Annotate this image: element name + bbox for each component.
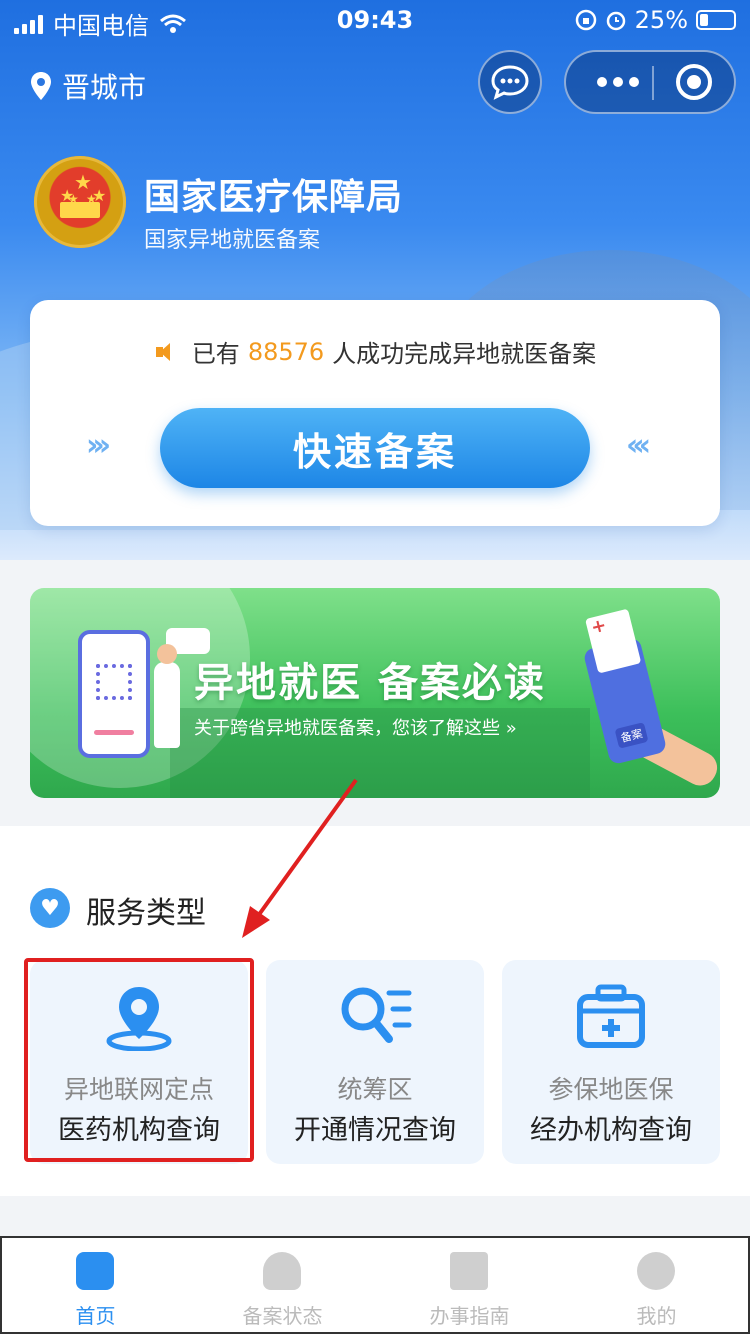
notice-suffix: 人成功完成异地就医备案 — [332, 340, 597, 368]
filing-document-illustration: 备案 — [582, 608, 668, 766]
qr-code-icon — [96, 664, 132, 700]
alarm-icon — [606, 11, 625, 31]
filing-count: 88576 — [247, 337, 325, 366]
speaker-icon — [154, 341, 176, 363]
national-emblem-logo: ★ ★ ★ ★ ★ — [34, 156, 126, 248]
filing-guide-banner[interactable]: 异地就医 备案必读 关于跨省异地就医备案，您该了解这些 » 备案 — [30, 588, 720, 798]
medical-record-icon — [585, 608, 642, 674]
service-card-insurance-agencies[interactable]: 参保地医保 经办机构查询 — [502, 960, 720, 1164]
banner-subtitle: 关于跨省异地就医备案，您该了解这些 » — [194, 718, 517, 739]
location-label: 晋城市 — [62, 71, 147, 104]
page-subtitle: 国家异地就医备案 — [144, 228, 321, 253]
tab-profile[interactable]: 我的 — [563, 1238, 750, 1334]
filing-count-notice: 已有 88576 人成功完成异地就医备案 — [30, 334, 720, 369]
chevrons-left-icon: ‹‹‹ — [626, 428, 651, 463]
service-line2: 开通情况查询 — [294, 1115, 456, 1146]
battery-percent: 25% — [634, 6, 688, 34]
service-line1: 参保地医保 — [548, 1075, 674, 1104]
tab-label: 办事指南 — [429, 1304, 510, 1328]
more-dot-icon — [613, 77, 623, 87]
phone-qr-illustration — [78, 630, 150, 758]
close-miniprogram-icon[interactable] — [676, 64, 712, 100]
tab-service-guide[interactable]: 办事指南 — [376, 1238, 563, 1334]
more-dot-icon — [597, 77, 607, 87]
service-card-coordination-area[interactable]: 统筹区 开通情况查询 — [266, 960, 484, 1164]
person-illustration — [154, 644, 180, 748]
shield-icon — [263, 1252, 301, 1290]
annotation-highlight-box — [24, 958, 254, 1162]
rotation-lock-icon — [575, 9, 596, 31]
quick-filing-button[interactable]: 快速备案 — [160, 408, 590, 488]
tab-home[interactable]: 首页 — [2, 1238, 189, 1334]
miniprogram-capsule — [564, 50, 736, 114]
service-line1: 统筹区 — [337, 1075, 413, 1104]
filing-tag: 备案 — [614, 722, 649, 749]
status-bar: 中国电信 09:43 25% — [0, 0, 750, 40]
location-selector[interactable]: 晋城市 — [30, 66, 146, 106]
chat-bubble-icon — [491, 65, 529, 100]
more-button[interactable] — [588, 52, 648, 112]
status-right: 25% — [575, 6, 736, 34]
chat-button[interactable] — [478, 50, 542, 114]
capsule-divider — [652, 66, 654, 100]
chevrons-right-icon: ››› — [86, 428, 111, 463]
tab-filing-status[interactable]: 备案状态 — [189, 1238, 376, 1334]
medical-kit-icon — [502, 980, 720, 1052]
section-title: 服务类型 — [86, 896, 206, 931]
user-icon — [637, 1252, 675, 1290]
tab-label: 备案状态 — [242, 1304, 323, 1328]
search-list-icon — [266, 980, 484, 1052]
book-icon — [450, 1252, 488, 1290]
banner-title: 异地就医 备案必读 — [194, 660, 546, 706]
notice-prefix: 已有 — [191, 340, 240, 368]
quick-filing-card: 已有 88576 人成功完成异地就医备案 ››› 快速备案 ‹‹‹ — [30, 300, 720, 526]
tab-label: 首页 — [75, 1304, 116, 1328]
bottom-tab-bar: 首页 备案状态 办事指南 我的 — [0, 1236, 750, 1334]
location-pin-icon — [31, 72, 51, 100]
more-dot-icon — [629, 77, 639, 87]
service-line2: 经办机构查询 — [530, 1115, 692, 1146]
home-icon — [76, 1252, 114, 1290]
heart-icon: ♥ — [30, 888, 70, 928]
tab-label: 我的 — [636, 1304, 677, 1328]
page-title: 国家医疗保障局 — [144, 177, 404, 218]
battery-icon — [696, 10, 736, 30]
